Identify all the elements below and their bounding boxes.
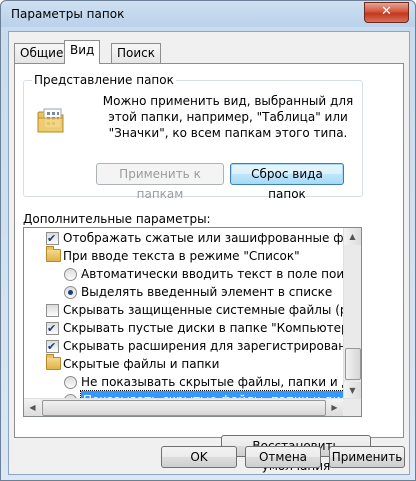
tab-search[interactable]: Поиск: [111, 43, 162, 63]
reset-folders-button[interactable]: Сброс вида папок: [230, 163, 344, 201]
scroll-left-arrow[interactable]: ◀: [24, 399, 41, 416]
cancel-button[interactable]: Отмена: [245, 446, 321, 468]
view-tab-panel: Представление папок Можно применить вид,…: [14, 63, 404, 473]
setting-checkbox[interactable]: [46, 338, 59, 356]
advanced-settings-tree: Отображать сжатые или зашифрованные файл…: [23, 227, 362, 417]
folder-view-icon: [37, 108, 64, 133]
setting-checkbox[interactable]: [46, 320, 59, 338]
scroll-right-arrow[interactable]: ▶: [326, 399, 343, 416]
setting-checkbox[interactable]: [46, 304, 59, 317]
horizontal-scroll-thumb[interactable]: [42, 400, 326, 416]
setting-label: Скрывать пустые диски в папке "Компьютер…: [63, 321, 355, 335]
setting-radio[interactable]: [64, 286, 77, 299]
setting-label: При вводе текста в режиме "Список": [63, 249, 300, 263]
setting-label: Скрывать расширения для зарегистрированн…: [63, 339, 362, 353]
close-button[interactable]: ✕: [364, 2, 409, 23]
tab-view[interactable]: Вид: [64, 40, 101, 64]
setting-radio[interactable]: [64, 376, 77, 389]
setting-label: Выделять введенный элемент в списке: [81, 285, 333, 299]
folder-view-group-label: Представление папок: [32, 73, 176, 87]
setting-label: Автоматически вводить текст в поле поиск…: [81, 267, 362, 281]
title-bar[interactable]: Параметры папок ✕: [1, 1, 415, 29]
scroll-down-arrow[interactable]: ▼: [344, 382, 361, 399]
setting-label: Скрытые файлы и папки: [63, 357, 220, 371]
horizontal-scrollbar[interactable]: ◀ ▶: [24, 398, 361, 416]
folder-options-window: Параметры папок ✕ Общие Вид Поиск Предст…: [0, 0, 416, 481]
window-title: Параметры папок: [11, 7, 125, 21]
apply-button[interactable]: Применить: [329, 446, 405, 468]
vertical-scroll-thumb[interactable]: [345, 348, 361, 380]
setting-label: Не показывать скрытые файлы, папки и дис…: [81, 375, 362, 389]
ok-button[interactable]: OK: [161, 446, 237, 468]
folder-icon: [46, 246, 61, 262]
vertical-scrollbar[interactable]: ▲ ▼: [343, 228, 361, 399]
dialog-client-area: Общие Вид Поиск Представление папок Можн…: [8, 31, 410, 475]
folder-icon: [46, 354, 61, 370]
scroll-up-arrow[interactable]: ▲: [344, 228, 361, 245]
advanced-settings-label: Дополнительные параметры:: [23, 212, 211, 226]
folder-view-description: Можно применить вид, выбранный для этой …: [102, 94, 354, 140]
setting-radio[interactable]: [64, 268, 77, 281]
tab-general[interactable]: Общие: [14, 43, 70, 63]
setting-label: Отображать сжатые или зашифрованные файл…: [63, 231, 361, 245]
folder-view-group: Представление папок Можно применить вид,…: [23, 73, 363, 201]
apply-to-folders-button[interactable]: Применить к папкам: [96, 163, 224, 201]
setting-label: Скрывать защищенные системные файлы (рек…: [63, 303, 361, 317]
setting-checkbox[interactable]: [46, 230, 59, 248]
